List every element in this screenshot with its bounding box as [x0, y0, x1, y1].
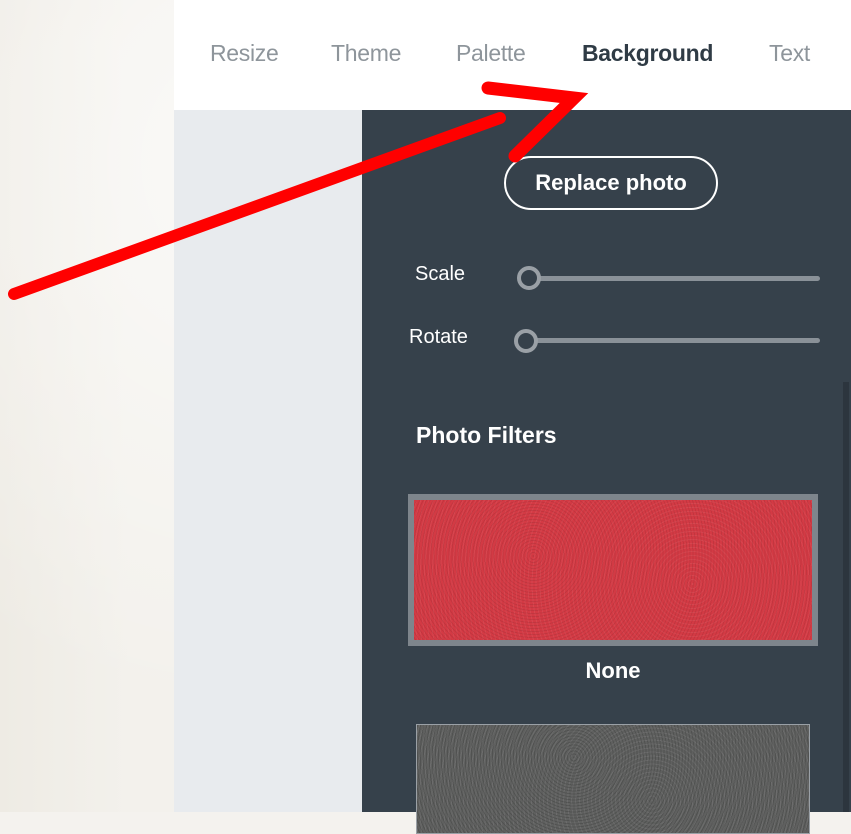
- tab-text[interactable]: Text: [769, 40, 810, 67]
- tab-palette[interactable]: Palette: [456, 40, 526, 67]
- filter-option-2-thumbnail: [417, 725, 809, 833]
- scale-label: Scale: [415, 263, 466, 285]
- rotate-slider-thumb[interactable]: [514, 329, 538, 353]
- scale-slider-thumb[interactable]: [517, 266, 541, 290]
- filter-none-label: None: [585, 658, 641, 683]
- background-panel: Replace photo Scale Rotate Photo Filters…: [362, 110, 851, 834]
- panel-scrollbar[interactable]: [843, 382, 849, 812]
- tab-theme[interactable]: Theme: [331, 40, 401, 67]
- replace-photo-button[interactable]: Replace photo: [504, 156, 718, 210]
- rotate-slider-track[interactable]: [527, 338, 820, 343]
- filter-none-thumbnail: [414, 500, 812, 640]
- tab-resize[interactable]: Resize: [210, 40, 279, 67]
- filter-option-2[interactable]: [416, 724, 810, 834]
- canvas-area: [174, 110, 362, 812]
- editor-app: Resize Theme Palette Background Text Rep…: [174, 0, 851, 834]
- tab-bar: Resize Theme Palette Background Text: [174, 0, 851, 110]
- photo-filters-title: Photo Filters: [416, 422, 557, 448]
- rotate-label: Rotate: [409, 326, 468, 348]
- tab-background[interactable]: Background: [582, 40, 713, 67]
- scale-slider-track[interactable]: [530, 276, 820, 281]
- filter-none[interactable]: [408, 494, 818, 646]
